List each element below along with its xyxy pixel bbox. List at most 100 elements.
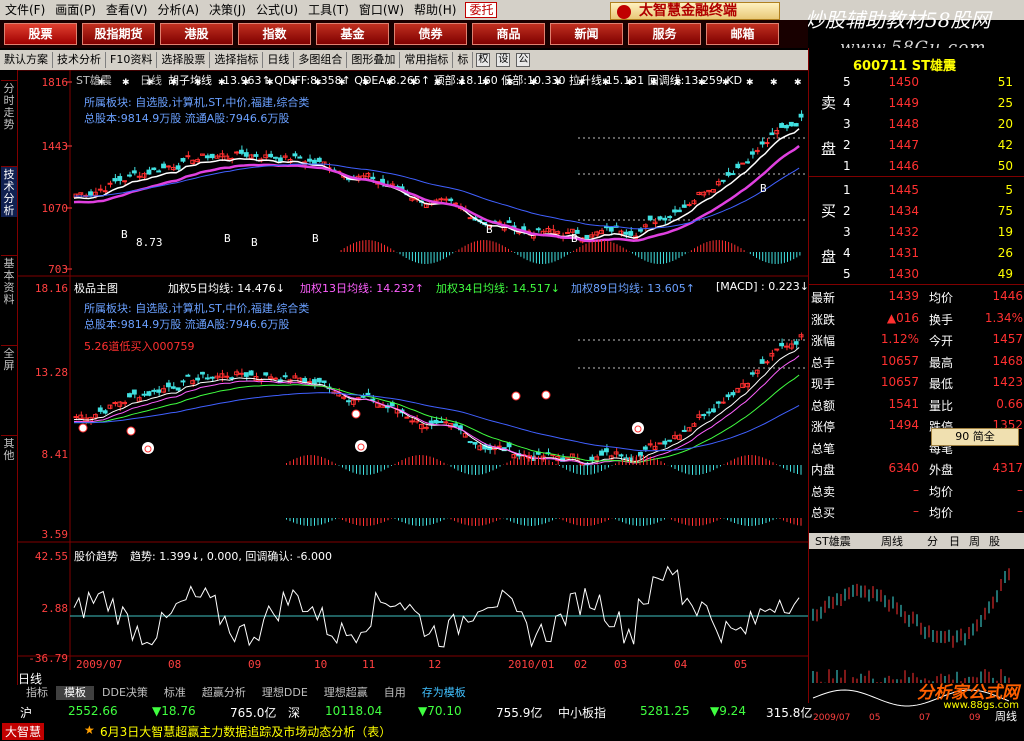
stat-row-cell: 最高 — [929, 355, 954, 370]
sub-candle — [311, 379, 317, 385]
news-headline[interactable]: 6月3日大智慧超赢主力数据追踪及市场动态分析（表） — [100, 723, 391, 740]
btab-indicator[interactable]: 指标 — [18, 686, 56, 700]
stat-row[interactable]: 最新 1439 均价 1446 — [809, 286, 1024, 306]
news-star-icon: ★ — [84, 723, 95, 737]
tb-set-icon[interactable]: 设 — [496, 53, 511, 67]
trend-line — [73, 565, 800, 648]
btab-dde[interactable]: DDE决策 — [94, 686, 156, 700]
nav-service[interactable]: 服务 — [628, 23, 701, 45]
ask-row-cell: 1450 — [888, 75, 919, 89]
tb-overlay[interactable]: 图形叠加 — [347, 52, 401, 68]
tb-daily[interactable]: 日线 — [263, 52, 295, 68]
tb-tech[interactable]: 技术分析 — [53, 52, 106, 68]
zx-index[interactable]: 5281.25 — [640, 704, 690, 718]
tb-select-stock[interactable]: 选择股票 — [157, 52, 211, 68]
btab-superwin[interactable]: 超赢分析 — [194, 686, 254, 700]
ltab-fullscreen[interactable]: 全屏 — [1, 345, 17, 372]
ltab-intraday[interactable]: 分时走势 — [1, 80, 17, 131]
sz-index[interactable]: 10118.04 — [325, 704, 382, 718]
mini-tab[interactable]: 周 — [969, 535, 980, 548]
mini-tab[interactable]: ST雄震 — [815, 534, 851, 548]
bid-row[interactable]: 5 1430 49 — [809, 264, 1024, 284]
mini-popup[interactable]: 90 简全 — [931, 428, 1019, 446]
tb-right-icon[interactable]: 权 — [476, 53, 491, 67]
stat-row[interactable]: 总卖 – 均价 – — [809, 480, 1024, 500]
btab-custom[interactable]: 自用 — [376, 686, 414, 700]
nav-news[interactable]: 新闻 — [550, 23, 623, 45]
sub-candle — [209, 376, 215, 379]
trust-button[interactable]: 委托 — [465, 2, 498, 18]
bid-row[interactable]: 3 1432 19 — [809, 222, 1024, 242]
chart-toolbar: 默认方案 技术分析 F10资料 选择股票 选择指标 日线 多图组合 图形叠加 常… — [0, 50, 808, 70]
mini-tab[interactable]: 分 — [927, 535, 938, 548]
mini-x-label: 09 — [969, 713, 981, 723]
tb-mark[interactable]: 标 — [453, 52, 474, 68]
stat-row[interactable]: 总手 10657 最高 1468 — [809, 351, 1024, 371]
ask-row[interactable]: 3 1448 20 — [809, 114, 1024, 134]
ask-row-cell: 1447 — [888, 138, 919, 152]
ltab-other[interactable]: 其他 — [1, 435, 17, 462]
menu-tools[interactable]: 工具(T) — [303, 0, 354, 20]
nav-index[interactable]: 指数 — [238, 23, 311, 45]
tb-public-icon[interactable]: 公 — [516, 53, 531, 67]
ask-row[interactable]: 2 1447 42 — [809, 135, 1024, 155]
tb-select-indicator[interactable]: 选择指标 — [210, 52, 264, 68]
btab-standard[interactable]: 标准 — [156, 686, 194, 700]
menu-view[interactable]: 查看(V) — [101, 0, 153, 20]
main-candle — [316, 157, 322, 162]
ask-row[interactable]: 5 1450 51 — [809, 72, 1024, 92]
ltab-fundamentals[interactable]: 基本资料 — [1, 255, 17, 306]
period-label[interactable]: 日线 — [18, 670, 42, 687]
stat-row[interactable]: 总额 1541 量比 0.66 — [809, 394, 1024, 414]
tb-scheme[interactable]: 默认方案 — [0, 52, 53, 68]
nav-bond[interactable]: 债券 — [394, 23, 467, 45]
tb-f10[interactable]: F10资料 — [106, 52, 158, 68]
menu-screen[interactable]: 画面(P) — [50, 0, 101, 20]
mini-tab[interactable]: 股 — [989, 535, 1000, 548]
nav-commodity[interactable]: 商品 — [472, 23, 545, 45]
sub-candle — [112, 402, 118, 405]
mini-tab[interactable]: 周线 — [881, 534, 903, 548]
nav-futures[interactable]: 股指期货 — [82, 23, 155, 45]
tb-multi[interactable]: 多图组合 — [294, 52, 348, 68]
stat-row-cell: 总额 — [811, 398, 836, 413]
signal-dot-icon — [511, 391, 521, 401]
sub-candle — [185, 374, 191, 377]
nav-stocks[interactable]: 股票 — [4, 23, 77, 45]
sh-index[interactable]: 2552.66 — [68, 704, 118, 718]
tb-common[interactable]: 常用指标 — [400, 52, 454, 68]
menu-analysis[interactable]: 分析(A) — [152, 0, 204, 20]
stat-row[interactable]: 现手 10657 最低 1423 — [809, 372, 1024, 392]
menu-file[interactable]: 文件(F) — [0, 0, 50, 20]
nav-hk[interactable]: 港股 — [160, 23, 233, 45]
main-ytick: 1070 — [42, 202, 69, 215]
ltab-technical[interactable]: 技术分析 — [1, 166, 17, 217]
menu-decision[interactable]: 决策(J) — [204, 0, 251, 20]
bid-row[interactable]: 4 1431 26 — [809, 243, 1024, 263]
btab-ideal-superwin[interactable]: 理想超赢 — [316, 686, 376, 700]
menu-formula[interactable]: 公式(U) — [251, 0, 303, 20]
bid-row[interactable]: 2 1434 75 — [809, 201, 1024, 221]
main-candle — [277, 157, 283, 163]
stat-row[interactable]: 涨幅 1.12% 今开 1457 — [809, 329, 1024, 349]
nav-fund[interactable]: 基金 — [316, 23, 389, 45]
stat-row[interactable]: 总买 – 均价 – — [809, 501, 1024, 521]
menu-help[interactable]: 帮助(H) — [409, 0, 461, 20]
chart-canvas[interactable]: 1816 1443 1070 703 18.16 13.28 8.41 3.59 42.55 2.… — [18, 70, 808, 670]
chart-area[interactable]: 1816 1443 1070 703 18.16 13.28 8.41 3.59 42.55 2.… — [18, 70, 808, 670]
ask-row-cell: 20 — [997, 117, 1013, 131]
bid-row[interactable]: 1 1445 5 — [809, 180, 1024, 200]
ask-row[interactable]: 1 1446 50 — [809, 156, 1024, 176]
nav-mail[interactable]: 邮箱 — [706, 23, 779, 45]
sub-candle — [346, 400, 351, 403]
quote-code: 600711 ST雄震 — [853, 59, 957, 74]
ask-row[interactable]: 4 1449 25 — [809, 93, 1024, 113]
btab-ideal-dde[interactable]: 理想DDE — [254, 686, 316, 700]
btab-template[interactable]: 模板 — [56, 686, 94, 700]
stat-row[interactable]: 内盘 6340 外盘 4317 — [809, 458, 1024, 478]
stat-row[interactable]: 涨跌 ▲016 换手 1.34% — [809, 308, 1024, 328]
menu-window[interactable]: 窗口(W) — [354, 0, 409, 20]
btab-save-template[interactable]: 存为模板 — [414, 686, 474, 700]
mini-tab[interactable]: 日 — [949, 535, 960, 548]
x-tick-label: 2010/01 — [508, 658, 554, 670]
